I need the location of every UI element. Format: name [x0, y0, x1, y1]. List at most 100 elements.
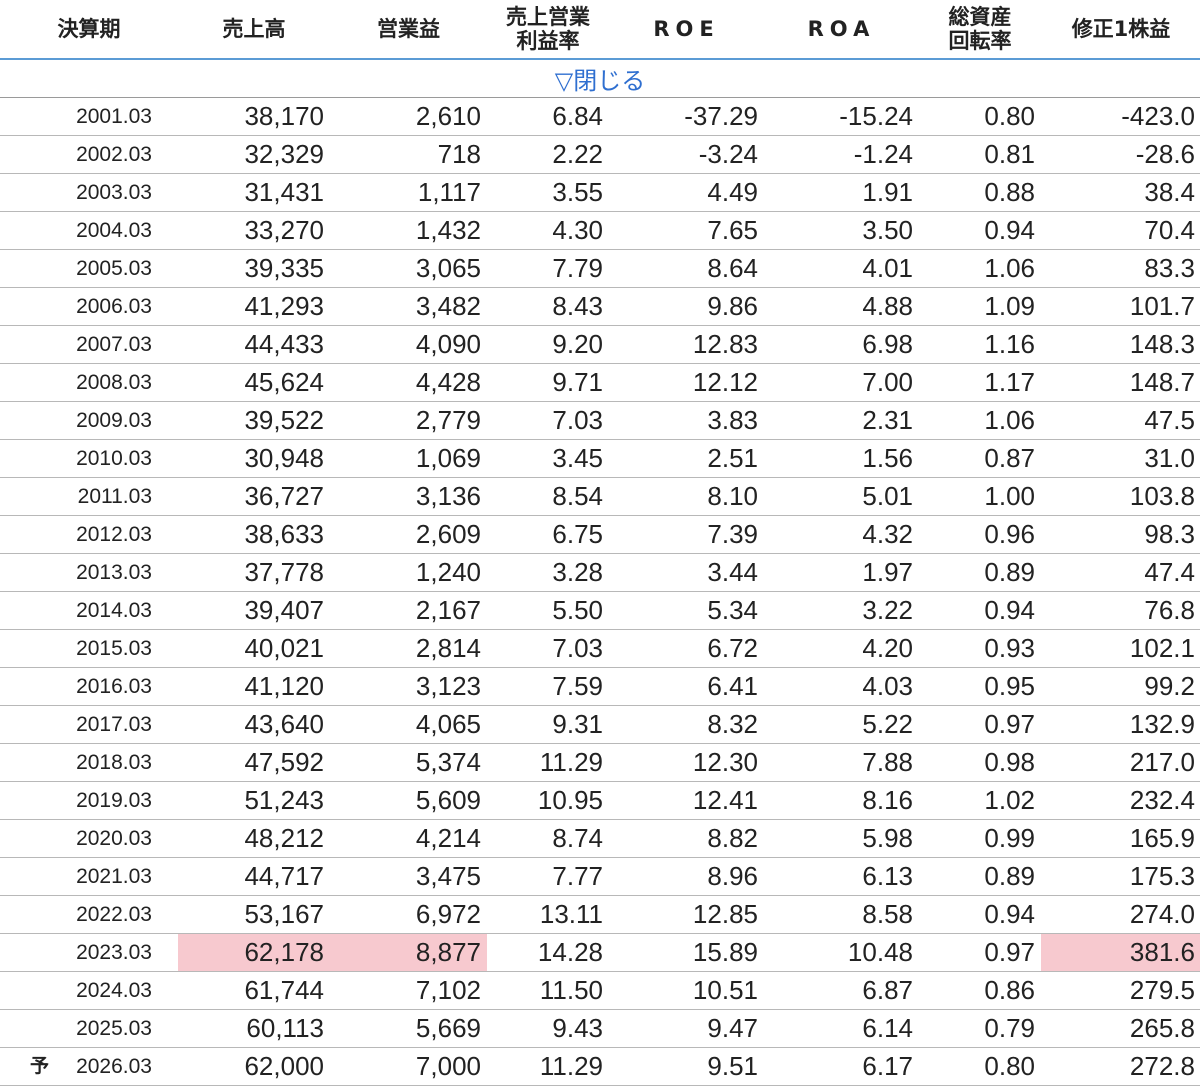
- cell-operating-profit: 4,065: [415, 709, 481, 739]
- close-toggle-link[interactable]: ▽閉じる: [555, 61, 645, 96]
- table-row: 2020.03 48,212 4,214 8.74 8.82 5.98 0.99 165.9: [0, 820, 1200, 858]
- fiscal-period-text: 2010.03: [76, 447, 152, 470]
- cell-roe: 12.12: [692, 367, 758, 397]
- cell-operating-profit: 3,065: [415, 253, 481, 283]
- cell-roa: 6.87: [862, 975, 913, 1005]
- cell-fiscal-period: 2008.03: [0, 364, 178, 401]
- cell-operating-margin: 7.77: [552, 861, 603, 891]
- cell-roa: 3.22: [862, 595, 913, 625]
- cell-adjusted-eps: 98.3: [1144, 519, 1195, 549]
- cell-roe: 8.10: [707, 481, 758, 511]
- cell-asset-turnover: 0.94: [984, 899, 1035, 929]
- cell-sales: 37,778: [244, 557, 324, 587]
- fiscal-period-text: 2003.03: [76, 181, 152, 204]
- cell-operating-margin: 10.95: [537, 785, 603, 815]
- cell-adjusted-eps: 47.5: [1144, 405, 1195, 435]
- cell-adjusted-eps: 83.3: [1144, 253, 1195, 283]
- header-roa: ROA: [807, 17, 876, 41]
- cell-roe: 12.41: [692, 785, 758, 815]
- cell-sales: 38,633: [244, 519, 324, 549]
- cell-operating-profit: 4,428: [415, 367, 481, 397]
- table-row: 2007.03 44,433 4,090 9.20 12.83 6.98 1.16 148.3: [0, 326, 1200, 364]
- cell-asset-turnover: 0.94: [984, 215, 1035, 245]
- cell-operating-profit: 3,475: [415, 861, 481, 891]
- cell-adjusted-eps: 31.0: [1144, 443, 1195, 473]
- cell-sales: 45,624: [244, 367, 324, 397]
- cell-roa: 4.88: [862, 291, 913, 321]
- cell-roa: 5.22: [862, 709, 913, 739]
- cell-asset-turnover: 1.06: [984, 405, 1035, 435]
- cell-roe: 12.85: [692, 899, 758, 929]
- header-adjusted-eps: 修正1株益: [1071, 17, 1171, 41]
- fiscal-period-text: 2022.03: [76, 903, 152, 926]
- cell-operating-margin: 2.22: [552, 139, 603, 169]
- cell-adjusted-eps: 76.8: [1144, 595, 1195, 625]
- cell-roa: 8.16: [862, 785, 913, 815]
- cell-sales: 53,167: [244, 899, 324, 929]
- cell-asset-turnover: 0.89: [984, 861, 1035, 891]
- cell-fiscal-period: 2003.03: [0, 174, 178, 211]
- cell-operating-profit: 5,374: [415, 747, 481, 777]
- cell-sales: 38,170: [244, 101, 324, 131]
- cell-asset-turnover: 0.89: [984, 557, 1035, 587]
- cell-adjusted-eps: 272.8: [1129, 1051, 1195, 1081]
- cell-sales: 39,522: [244, 405, 324, 435]
- cell-roa: 4.20: [862, 633, 913, 663]
- cell-operating-margin: 6.84: [552, 101, 603, 131]
- table-row: 2009.03 39,522 2,779 7.03 3.83 2.31 1.06 47.5: [0, 402, 1200, 440]
- cell-asset-turnover: 0.86: [984, 975, 1035, 1005]
- table-row: 2019.03 51,243 5,609 10.95 12.41 8.16 1.02 232.…: [0, 782, 1200, 820]
- cell-adjusted-eps: 148.3: [1129, 329, 1195, 359]
- cell-roe: -3.24: [698, 139, 758, 169]
- table-row: 2016.03 41,120 3,123 7.59 6.41 4.03 0.95 99.2: [0, 668, 1200, 706]
- table-row: 2010.03 30,948 1,069 3.45 2.51 1.56 0.87 31.0: [0, 440, 1200, 478]
- cell-operating-margin: 7.03: [552, 633, 603, 663]
- cell-operating-margin: 9.20: [552, 329, 603, 359]
- cell-operating-margin: 3.45: [552, 443, 603, 473]
- cell-roe: 7.65: [707, 215, 758, 245]
- cell-operating-profit: 1,069: [415, 443, 481, 473]
- cell-adjusted-eps: 279.5: [1129, 975, 1195, 1005]
- cell-roe: 9.86: [707, 291, 758, 321]
- cell-adjusted-eps: 381.6: [1041, 934, 1200, 971]
- fiscal-period-text: 2019.03: [76, 789, 152, 812]
- cell-asset-turnover: 1.02: [984, 785, 1035, 815]
- cell-roe: 8.32: [707, 709, 758, 739]
- fiscal-period-text: 2025.03: [76, 1017, 152, 1040]
- cell-roa: 4.01: [862, 253, 913, 283]
- cell-sales: 39,335: [244, 253, 324, 283]
- cell-operating-profit: 2,814: [415, 633, 481, 663]
- fiscal-period-text: 2016.03: [76, 675, 152, 698]
- cell-operating-margin: 6.75: [552, 519, 603, 549]
- cell-adjusted-eps: 175.3: [1129, 861, 1195, 891]
- toggle-row: ▽閉じる: [0, 60, 1200, 98]
- cell-asset-turnover: 0.79: [984, 1013, 1035, 1043]
- cell-fiscal-period: 2019.03: [0, 782, 178, 819]
- table-row: 2001.03 38,170 2,610 6.84 -37.29 -15.24 0.80 -4…: [0, 98, 1200, 136]
- cell-operating-profit: 2,167: [415, 595, 481, 625]
- cell-adjusted-eps: 101.7: [1129, 291, 1195, 321]
- table-row: 2022.03 53,167 6,972 13.11 12.85 8.58 0.94 274.…: [0, 896, 1200, 934]
- cell-fiscal-period: 2024.03: [0, 972, 178, 1009]
- fiscal-period-text: 2021.03: [76, 865, 152, 888]
- table-row: 予 2026.03 62,000 7,000 11.29 9.51 6.17 0.80 272.…: [0, 1048, 1200, 1086]
- cell-adjusted-eps: 274.0: [1129, 899, 1195, 929]
- cell-operating-profit: 3,123: [415, 671, 481, 701]
- cell-fiscal-period: 2016.03: [0, 668, 178, 705]
- cell-roa: 4.32: [862, 519, 913, 549]
- cell-roe: 6.41: [707, 671, 758, 701]
- cell-roe: 5.34: [707, 595, 758, 625]
- cell-asset-turnover: 0.93: [984, 633, 1035, 663]
- cell-sales: 41,120: [244, 671, 324, 701]
- fiscal-period-text: 2001.03: [76, 105, 152, 128]
- cell-sales: 44,717: [244, 861, 324, 891]
- table-header: 決算期 売上高 営業益 売上営業 利益率 ROE ROA 総資産 回転率 修正1…: [0, 0, 1200, 60]
- cell-asset-turnover: 0.97: [984, 709, 1035, 739]
- cell-roa: 7.00: [862, 367, 913, 397]
- cell-operating-profit: 1,432: [415, 215, 481, 245]
- cell-operating-profit: 3,136: [415, 481, 481, 511]
- table-row: 2021.03 44,717 3,475 7.77 8.96 6.13 0.89 175.3: [0, 858, 1200, 896]
- cell-operating-profit: 5,669: [415, 1013, 481, 1043]
- table-row: 2024.03 61,744 7,102 11.50 10.51 6.87 0.86 279.…: [0, 972, 1200, 1010]
- cell-asset-turnover: 0.80: [984, 1051, 1035, 1081]
